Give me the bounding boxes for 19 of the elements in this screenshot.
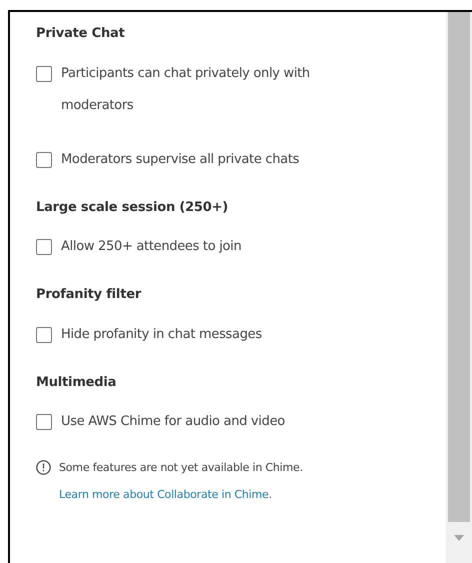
- section-heading: Multimedia: [36, 374, 118, 392]
- section-heading: Large scale session (250+): [36, 198, 230, 216]
- checkbox-label: Use AWS Chime for audio and video: [61, 413, 285, 431]
- info-note: Some features are not yet available in Chime. Learn more about Collaborate in Chime.: [59, 460, 304, 503]
- checkbox-label: Hide profanity in chat messages: [61, 326, 262, 344]
- learn-more-link[interactable]: Learn more about Collaborate in Chime.: [59, 488, 272, 501]
- scrollbar[interactable]: [446, 12, 472, 563]
- checkbox[interactable]: [36, 239, 52, 255]
- checkbox[interactable]: [36, 66, 52, 82]
- checkbox[interactable]: [36, 414, 52, 430]
- checkbox-label: Moderators supervise all private chats: [61, 150, 300, 168]
- checkbox[interactable]: [36, 152, 52, 168]
- checkbox-label: Allow 250+ attendees to join: [61, 238, 242, 256]
- info-icon: [36, 460, 51, 475]
- checkbox[interactable]: [36, 326, 52, 342]
- section-heading: Profanity filter: [36, 286, 142, 304]
- section-heading: Private Chat: [36, 25, 126, 43]
- scrollbar-thumb[interactable]: [448, 12, 470, 522]
- checkbox-label: Participants can chat privately only with moderators: [61, 64, 311, 114]
